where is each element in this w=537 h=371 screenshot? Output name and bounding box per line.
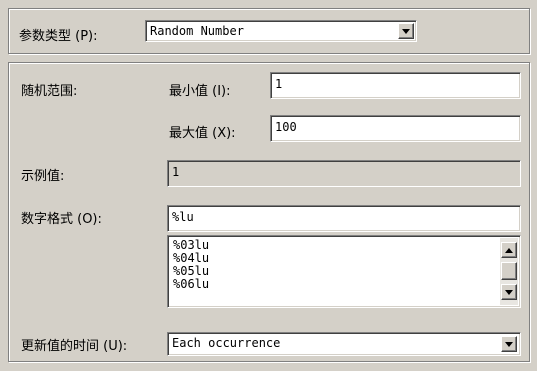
arrow-down-icon xyxy=(505,289,513,295)
range-label: 随机范围: xyxy=(21,84,78,99)
format-option[interactable]: %06lu xyxy=(170,278,209,291)
scroll-up-button[interactable] xyxy=(501,242,517,258)
arrow-up-icon xyxy=(505,247,513,253)
list-scrollbar[interactable] xyxy=(500,238,518,305)
update-dropdown-button[interactable] xyxy=(501,336,517,352)
sample-value-text: 1 xyxy=(172,165,180,179)
chevron-down-icon xyxy=(505,341,513,347)
scroll-thumb[interactable] xyxy=(501,262,517,280)
chevron-down-icon xyxy=(402,28,410,34)
min-value-input[interactable]: 1 xyxy=(270,72,521,99)
number-format-label: 数字格式 (O): xyxy=(21,212,102,227)
param-type-dropdown-button[interactable] xyxy=(398,23,414,39)
update-select[interactable]: Each occurrence xyxy=(167,332,521,356)
number-format-input[interactable]: %lu xyxy=(167,205,521,232)
number-format-list[interactable]: %03lu %04lu %05lu %06lu xyxy=(167,235,521,308)
scroll-down-button[interactable] xyxy=(501,284,517,300)
max-value-input[interactable]: 100 xyxy=(270,115,521,142)
sample-value-field: 1 xyxy=(167,160,521,187)
number-format-options: %03lu %04lu %05lu %06lu xyxy=(170,239,209,291)
min-value-text: 1 xyxy=(275,77,283,91)
number-format-text: %lu xyxy=(172,210,194,224)
max-value-label: 最大值 (X): xyxy=(169,126,236,141)
param-type-select[interactable]: Random Number xyxy=(145,20,417,42)
param-type-value: Random Number xyxy=(150,24,244,38)
update-label: 更新值的时间 (U): xyxy=(21,339,128,354)
param-type-label: 参数类型 (P): xyxy=(19,29,98,44)
min-value-label: 最小值 (I): xyxy=(169,84,231,99)
update-value: Each occurrence xyxy=(172,336,281,350)
sample-label: 示例值: xyxy=(21,169,65,184)
max-value-text: 100 xyxy=(275,120,297,134)
